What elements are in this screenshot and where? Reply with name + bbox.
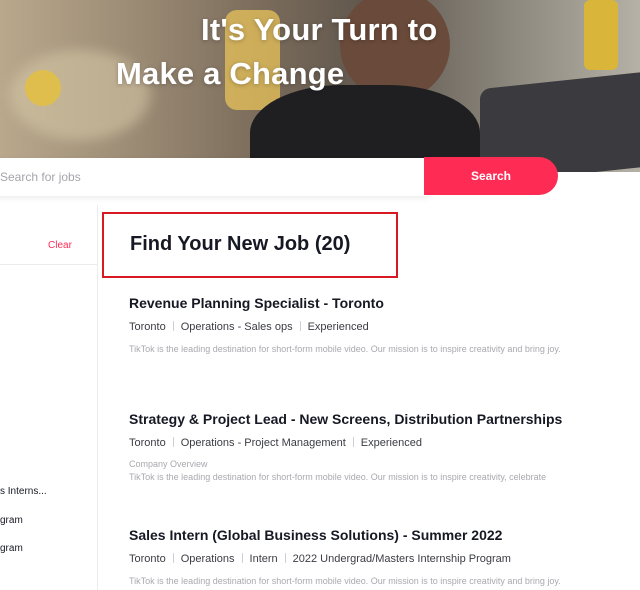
hero-banner: It's Your Turn to Make a Change [0, 0, 640, 172]
job-title[interactable]: Sales Intern (Global Business Solutions)… [129, 527, 634, 543]
job-category-tag: Operations - Project Management [180, 437, 346, 449]
job-listing[interactable]: Sales Intern (Global Business Solutions)… [129, 527, 634, 586]
hero-title-line-2: Make a Change [116, 56, 345, 91]
job-program-tag: 2022 Undergrad/Masters Internship Progra… [292, 553, 511, 565]
tag-separator [299, 321, 301, 331]
job-location-tag: Toronto [129, 437, 166, 449]
clear-filters-link[interactable]: Clear [48, 240, 72, 251]
job-location-tag: Toronto [129, 553, 166, 565]
hero-background-shape [25, 70, 61, 106]
filter-item[interactable]: s Interns... [0, 486, 47, 497]
job-tags: Toronto Operations Intern 2022 Undergrad/Ma… [129, 553, 634, 565]
tag-separator [172, 553, 174, 563]
filter-sidebar-header: Clear [0, 205, 98, 265]
filter-item[interactable]: gram [0, 543, 23, 554]
tag-separator [172, 437, 174, 447]
job-listing[interactable]: Revenue Planning Specialist - Toronto To… [129, 295, 634, 354]
job-level-tag: Experienced [307, 321, 369, 333]
job-tags: Toronto Operations - Sales ops Experienced [129, 321, 634, 333]
job-category-tag: Operations [180, 553, 235, 565]
job-level-tag: Experienced [360, 437, 422, 449]
filter-sidebar: Clear s Interns... gram gram [0, 205, 98, 590]
job-level-tag: Intern [249, 553, 278, 565]
filter-item[interactable]: gram [0, 515, 23, 526]
search-button[interactable]: Search [424, 157, 558, 195]
search-input[interactable] [0, 158, 430, 196]
job-subheading: Company Overview [129, 459, 208, 469]
hero-title-line-1: It's Your Turn to [201, 12, 438, 47]
job-description: TikTok is the leading destination for sh… [129, 344, 561, 354]
job-title[interactable]: Strategy & Project Lead - New Screens, D… [129, 411, 634, 427]
job-category-tag: Operations - Sales ops [180, 321, 293, 333]
job-description: TikTok is the leading destination for sh… [129, 576, 561, 586]
results-heading: Find Your New Job (20) [102, 212, 398, 278]
job-description: TikTok is the leading destination for sh… [129, 472, 547, 482]
tag-separator [241, 553, 243, 563]
tag-separator [284, 553, 286, 563]
job-location-tag: Toronto [129, 321, 166, 333]
job-tags: Toronto Operations - Project Management Ex… [129, 437, 634, 449]
job-title[interactable]: Revenue Planning Specialist - Toronto [129, 295, 634, 311]
hero-bottle-shape [584, 0, 618, 70]
tag-separator [352, 437, 354, 447]
tag-separator [172, 321, 174, 331]
job-listing[interactable]: Strategy & Project Lead - New Screens, D… [129, 411, 634, 482]
